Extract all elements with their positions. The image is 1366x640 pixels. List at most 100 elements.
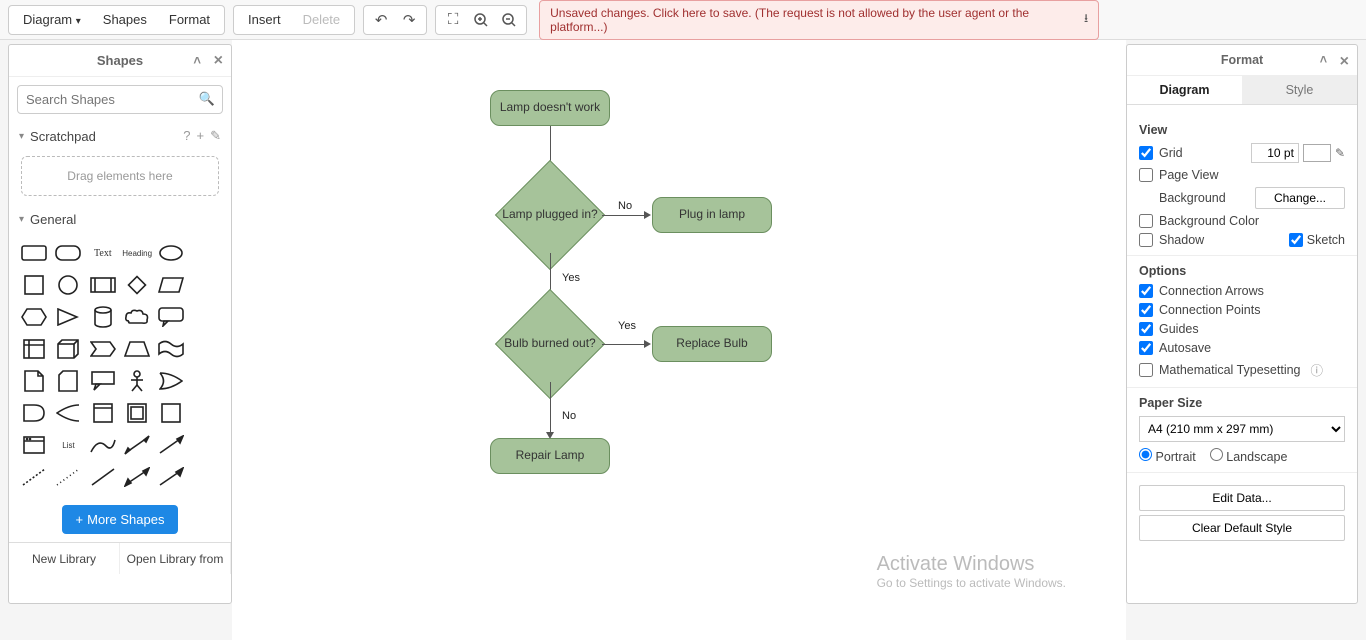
shape-cloud[interactable] xyxy=(122,303,152,331)
save-banner[interactable]: Unsaved changes. Click here to save. (Th… xyxy=(539,0,1099,40)
open-library-tab[interactable]: Open Library from xyxy=(120,543,231,574)
shape-trapezoid[interactable] xyxy=(122,335,152,363)
shape-note[interactable] xyxy=(19,367,49,395)
delete-button[interactable]: Delete xyxy=(293,8,351,31)
add-icon[interactable]: + xyxy=(197,128,205,144)
connpoints-checkbox[interactable] xyxy=(1139,303,1153,317)
shape-step[interactable] xyxy=(88,335,118,363)
shape-container[interactable] xyxy=(88,399,118,427)
shape-window[interactable] xyxy=(19,431,49,459)
grid-checkbox[interactable] xyxy=(1139,146,1153,160)
clear-default-button[interactable]: Clear Default Style xyxy=(1139,515,1345,541)
paper-size-select[interactable]: A4 (210 mm x 297 mm) xyxy=(1139,416,1345,442)
help-icon[interactable]: ? xyxy=(183,128,190,144)
bgcolor-checkbox[interactable] xyxy=(1139,214,1153,228)
menu-format[interactable]: Format xyxy=(159,8,220,31)
close-icon[interactable]: × xyxy=(214,52,223,70)
edit-icon[interactable]: ✎ xyxy=(210,128,221,144)
landscape-radio[interactable] xyxy=(1210,448,1223,461)
shape-arrow2[interactable] xyxy=(156,463,186,491)
flow-node-plugin[interactable]: Plug in lamp xyxy=(652,197,772,233)
flow-node-bulb[interactable]: Bulb burned out? xyxy=(495,304,605,384)
shape-frame[interactable] xyxy=(122,399,152,427)
shape-arrow[interactable] xyxy=(156,431,186,459)
shape-curve[interactable] xyxy=(88,431,118,459)
shape-triangle[interactable] xyxy=(53,303,83,331)
shape-callout2[interactable] xyxy=(88,367,118,395)
zoom-out-icon[interactable] xyxy=(496,7,522,33)
shape-square[interactable] xyxy=(19,271,49,299)
grid-size-input[interactable] xyxy=(1251,143,1299,163)
general-header[interactable]: ▾ General xyxy=(9,206,231,233)
flow-node-replace[interactable]: Replace Bulb xyxy=(652,326,772,362)
flow-node-repair[interactable]: Repair Lamp xyxy=(490,438,610,474)
shape-or[interactable] xyxy=(156,367,186,395)
undo-icon[interactable]: ↶ xyxy=(368,7,394,33)
shape-cube[interactable] xyxy=(53,335,83,363)
shape-card[interactable] xyxy=(53,367,83,395)
shape-tape[interactable] xyxy=(156,335,186,363)
shape-blank[interactable] xyxy=(191,239,221,267)
shape-blank6[interactable] xyxy=(191,399,221,427)
close-icon[interactable]: × xyxy=(1340,53,1349,71)
shape-blank5[interactable] xyxy=(191,367,221,395)
pencil-icon[interactable]: ✎ xyxy=(1335,146,1345,160)
autosave-checkbox[interactable] xyxy=(1139,341,1153,355)
connarrows-checkbox[interactable] xyxy=(1139,284,1153,298)
shape-blank4[interactable] xyxy=(191,335,221,363)
guides-checkbox[interactable] xyxy=(1139,322,1153,336)
more-shapes-button[interactable]: +More Shapes xyxy=(62,505,179,534)
shape-heading[interactable]: Heading xyxy=(122,239,152,267)
shape-actor[interactable] xyxy=(122,367,152,395)
edit-data-button[interactable]: Edit Data... xyxy=(1139,485,1345,511)
shape-and[interactable] xyxy=(19,399,49,427)
shape-cylinder[interactable] xyxy=(88,303,118,331)
menu-diagram[interactable]: Diagram ▾ xyxy=(13,8,91,31)
flow-node-plugged[interactable]: Lamp plugged in? xyxy=(495,175,605,255)
shape-dotline[interactable] xyxy=(53,463,83,491)
shape-blank3[interactable] xyxy=(191,303,221,331)
portrait-radio[interactable] xyxy=(1139,448,1152,461)
flow-node-start[interactable]: Lamp doesn't work xyxy=(490,90,610,126)
canvas[interactable]: Lamp doesn't work Lamp plugged in? No Pl… xyxy=(232,40,1126,640)
redo-icon[interactable]: ↷ xyxy=(396,7,422,33)
sketch-checkbox[interactable] xyxy=(1289,233,1303,247)
tab-diagram[interactable]: Diagram xyxy=(1127,76,1242,104)
shape-rect[interactable] xyxy=(19,239,49,267)
scratchpad-header[interactable]: ▾ Scratchpad ? + ✎ xyxy=(9,122,231,150)
shape-line[interactable] xyxy=(88,463,118,491)
help-icon[interactable]: ⓘ xyxy=(1311,360,1324,379)
shape-process[interactable] xyxy=(88,271,118,299)
shape-parallelogram[interactable] xyxy=(156,271,186,299)
shape-ellipse[interactable] xyxy=(156,239,186,267)
shape-blank7[interactable] xyxy=(191,431,221,459)
new-library-tab[interactable]: New Library xyxy=(9,543,120,574)
shape-callout[interactable] xyxy=(156,303,186,331)
shape-biarrow[interactable] xyxy=(122,431,152,459)
shape-roundrect[interactable] xyxy=(53,239,83,267)
zoom-in-icon[interactable] xyxy=(468,7,494,33)
shape-dashline[interactable] xyxy=(19,463,49,491)
collapse-icon[interactable]: ˄ xyxy=(193,53,201,68)
pageview-checkbox[interactable] xyxy=(1139,168,1153,182)
shape-circle[interactable] xyxy=(53,271,83,299)
shape-internal[interactable] xyxy=(19,335,49,363)
tab-style[interactable]: Style xyxy=(1242,76,1357,104)
shape-diamond[interactable] xyxy=(122,271,152,299)
grid-color-swatch[interactable] xyxy=(1303,144,1331,162)
shape-list[interactable]: List xyxy=(53,431,83,459)
change-background-button[interactable]: Change... xyxy=(1255,187,1345,209)
collapse-icon[interactable]: ˄ xyxy=(1320,53,1327,67)
fit-icon[interactable]: ⛶ xyxy=(440,7,466,33)
shape-rect2[interactable] xyxy=(156,399,186,427)
shape-blank2[interactable] xyxy=(191,271,221,299)
shape-hexagon[interactable] xyxy=(19,303,49,331)
portrait-radio-label[interactable]: Portrait xyxy=(1139,448,1196,464)
shape-text[interactable]: Text xyxy=(88,239,118,267)
search-shapes-input[interactable] xyxy=(17,85,223,114)
shape-datastore[interactable] xyxy=(53,399,83,427)
math-checkbox[interactable] xyxy=(1139,363,1153,377)
scratchpad-dropzone[interactable]: Drag elements here xyxy=(21,156,219,196)
insert-button[interactable]: Insert xyxy=(238,8,291,31)
shadow-checkbox[interactable] xyxy=(1139,233,1153,247)
